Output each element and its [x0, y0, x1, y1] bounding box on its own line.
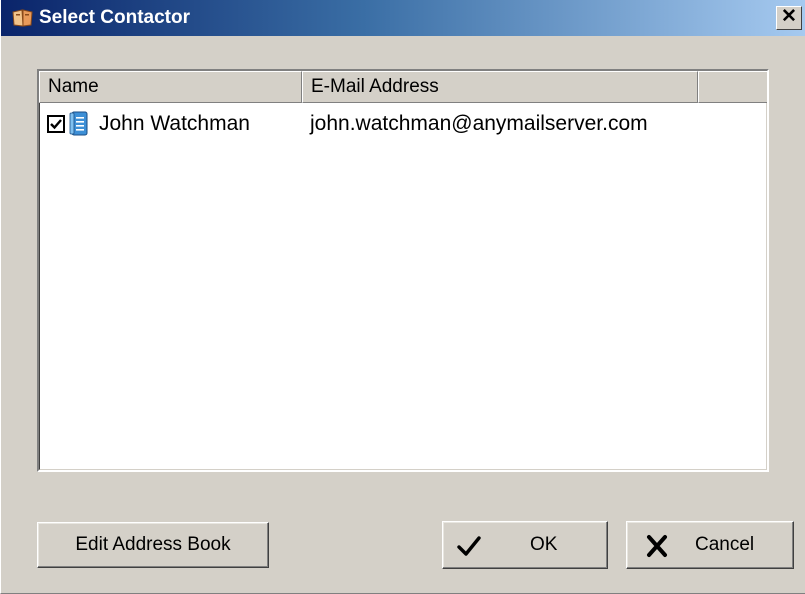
cancel-label: Cancel [695, 534, 755, 555]
close-icon: ✕ [781, 6, 797, 27]
row-checkbox[interactable] [47, 115, 65, 133]
window-title: Select Contactor [39, 7, 190, 28]
contact-list[interactable]: Name E-Mail Address John Watchman john.w… [37, 69, 769, 472]
cell-email: john.watchman@anymailserver.com [310, 112, 648, 135]
column-header-name[interactable]: Name [39, 71, 302, 103]
cell-name: John Watchman [99, 112, 250, 135]
edit-address-book-button[interactable]: Edit Address Book [37, 522, 269, 568]
checkmark-icon [50, 119, 62, 130]
ok-label: OK [530, 534, 558, 555]
title-bar[interactable]: Select Contactor ✕ [1, 0, 805, 36]
contact-card-icon [69, 111, 88, 136]
checkmark-icon [457, 536, 481, 556]
column-header-empty[interactable] [698, 71, 767, 103]
close-button[interactable]: ✕ [776, 6, 802, 30]
column-header-email[interactable]: E-Mail Address [302, 71, 698, 103]
list-header: Name E-Mail Address [39, 71, 767, 103]
select-contactor-dialog: Select Contactor ✕ Name E-Mail Address J… [0, 0, 805, 594]
cancel-button[interactable]: Cancel [626, 521, 794, 569]
address-book-icon [12, 9, 33, 27]
x-icon [647, 535, 667, 557]
table-row[interactable]: John Watchman john.watchman@anymailserve… [39, 111, 767, 141]
ok-button[interactable]: OK [442, 521, 608, 569]
